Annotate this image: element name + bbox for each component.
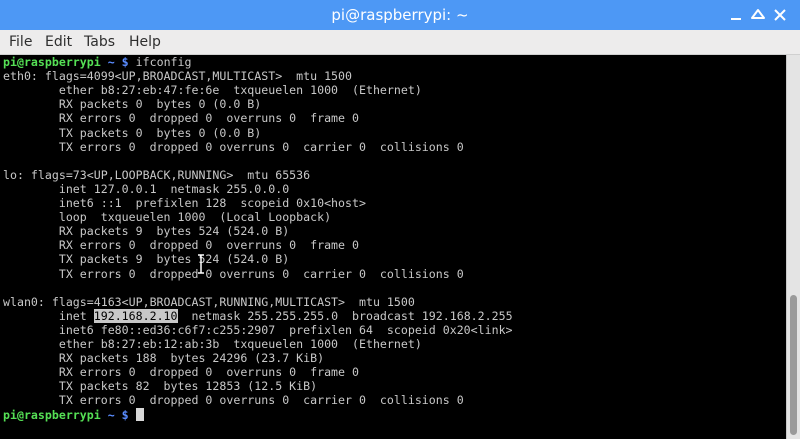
menu-edit[interactable]: Edit xyxy=(45,30,72,54)
output-line: RX errors 0 dropped 0 overruns 0 frame 0 xyxy=(3,365,359,380)
maximize-button[interactable] xyxy=(748,5,768,25)
output-line: TX packets 9 bytes 524 (524.0 B) xyxy=(3,252,290,267)
output-line: TX errors 0 dropped 0 overruns 0 carrier… xyxy=(3,393,464,408)
minimize-button[interactable] xyxy=(726,5,746,25)
close-icon xyxy=(774,9,786,21)
prompt-path: ~ $ xyxy=(107,55,129,69)
prompt-line-current: pi@raspberrypi ~ $ xyxy=(3,407,144,422)
scrollbar-thumb[interactable] xyxy=(790,295,797,435)
menu-file[interactable]: File xyxy=(9,30,32,54)
output-line: RX packets 9 bytes 524 (524.0 B) xyxy=(3,224,290,239)
output-line: TX errors 0 dropped 0 overruns 0 carrier… xyxy=(3,139,464,154)
output-line: RX packets 188 bytes 24296 (23.7 KiB) xyxy=(3,351,325,366)
output-line: inet 127.0.0.1 netmask 255.0.0.0 xyxy=(3,181,290,196)
selected-ip-address[interactable]: 192.168.2.10 xyxy=(93,308,178,323)
terminal-window: pi@raspberrypi: ~ File Edit Tabs Help pi… xyxy=(0,0,800,439)
output-line: wlan0: flags=4163<UP,BROADCAST,RUNNING,M… xyxy=(3,294,415,309)
window-title: pi@raspberrypi: ~ xyxy=(331,6,469,24)
output-line: TX errors 0 dropped 0 overruns 0 carrier… xyxy=(3,266,464,281)
command-text: ifconfig xyxy=(135,55,192,69)
text-cursor-ibeam xyxy=(196,254,206,274)
output-line-inet: inet 192.168.2.10 netmask 255.255.255.0 … xyxy=(3,308,513,323)
block-cursor xyxy=(135,407,144,421)
output-line: RX errors 0 dropped 0 overruns 0 frame 0 xyxy=(3,111,359,126)
inet-prefix: inet xyxy=(3,308,94,323)
menu-tabs[interactable]: Tabs xyxy=(84,30,115,54)
menu-bar: File Edit Tabs Help xyxy=(0,30,800,55)
menu-help[interactable]: Help xyxy=(129,30,161,54)
output-line: ether b8:27:eb:12:ab:3b txqueuelen 1000 … xyxy=(3,337,422,351)
prompt-line: pi@raspberrypi ~ $ ifconfig xyxy=(3,55,192,69)
output-line: ether b8:27:eb:47:fe:6e txqueuelen 1000 … xyxy=(3,83,422,98)
close-button[interactable] xyxy=(770,5,790,25)
maximize-icon xyxy=(751,9,765,19)
prompt-user: pi@raspberrypi xyxy=(3,407,101,422)
output-line: RX packets 0 bytes 0 (0.0 B) xyxy=(3,97,262,112)
output-line: eth0: flags=4099<UP,BROADCAST,MULTICAST>… xyxy=(3,69,353,84)
output-line: inet6 ::1 prefixlen 128 scopeid 0x10<hos… xyxy=(3,196,366,210)
terminal-output[interactable]: pi@raspberrypi ~ $ ifconfig eth0: flags=… xyxy=(0,55,786,439)
output-line: loop txqueuelen 1000 (Local Loopback) xyxy=(3,210,332,225)
output-line: lo: flags=73<UP,LOOPBACK,RUNNING> mtu 65… xyxy=(3,167,311,182)
ibeam-cursor-icon xyxy=(198,254,204,274)
inet-suffix: netmask 255.255.255.0 broadcast 192.168.… xyxy=(177,308,513,323)
title-bar[interactable]: pi@raspberrypi: ~ xyxy=(0,0,800,30)
output-line: TX packets 82 bytes 12853 (12.5 KiB) xyxy=(3,379,318,394)
output-line: TX packets 0 bytes 0 (0.0 B) xyxy=(3,125,262,140)
vertical-scrollbar[interactable] xyxy=(786,55,800,439)
output-line: RX errors 0 dropped 0 overruns 0 frame 0 xyxy=(3,238,359,253)
prompt-path: ~ $ xyxy=(107,407,129,422)
prompt-user: pi@raspberrypi xyxy=(3,55,101,69)
output-line: inet6 fe80::ed36:c6f7:c255:2907 prefixle… xyxy=(3,322,513,337)
minimize-icon xyxy=(731,18,741,20)
